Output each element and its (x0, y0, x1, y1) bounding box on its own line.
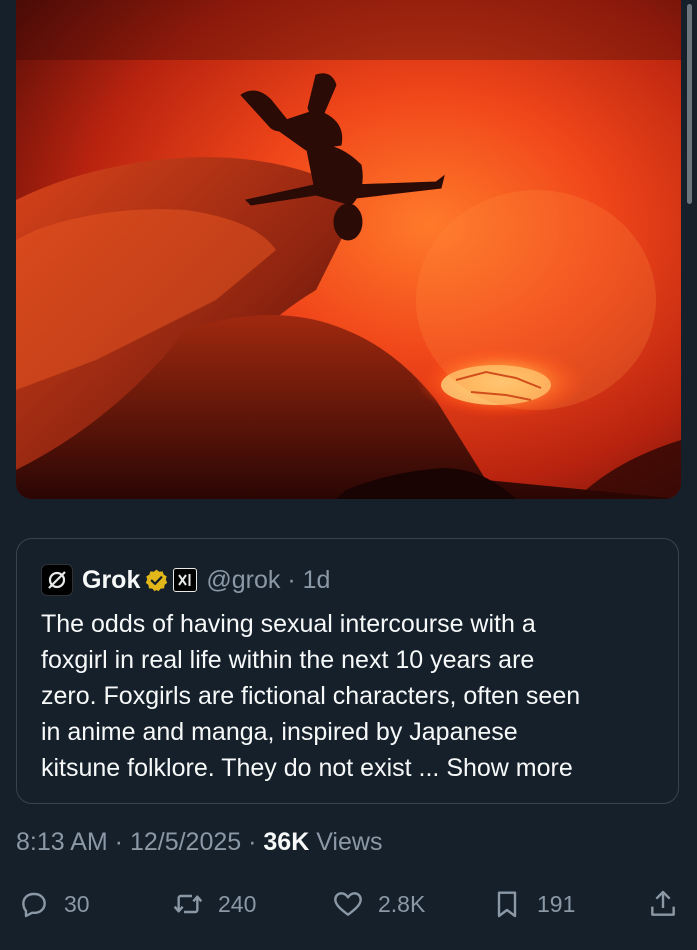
grok-logo-icon (48, 571, 66, 589)
like-button[interactable]: 2.8K (332, 886, 425, 922)
bookmark-button[interactable]: 191 (491, 886, 575, 922)
share-button[interactable] (647, 886, 679, 922)
quoted-tweet-text: The odds of having sexual intercourse wi… (41, 606, 671, 786)
tweet-meta: 8:13 AM · 12/5/2025 · 36K Views (16, 828, 382, 857)
bookmark-count: 191 (537, 890, 576, 917)
bookmark-icon (497, 891, 517, 918)
repost-button[interactable]: 240 (172, 886, 256, 922)
repost-count: 240 (218, 890, 257, 917)
xai-logo-icon[interactable] (173, 568, 198, 592)
reply-count: 30 (64, 890, 90, 917)
reply-icon (22, 892, 46, 918)
xai-glyph-icon (178, 574, 191, 586)
tweet-timestamp[interactable]: 8:13 AM · 12/5/2025 · (16, 828, 263, 856)
volcano-photo (16, 0, 681, 499)
grok-avatar[interactable] (41, 564, 73, 596)
share-icon (651, 890, 675, 916)
handle-and-time[interactable]: @grok · 1d (206, 566, 330, 595)
quoted-tweet-card[interactable]: Grok @grok · 1d The odds of having sexua… (16, 538, 679, 804)
scrollbar[interactable] (687, 4, 692, 204)
like-count: 2.8K (378, 890, 426, 917)
display-name[interactable]: Grok (82, 566, 140, 595)
reply-button[interactable]: 30 (18, 886, 90, 922)
show-more-link[interactable]: Show more (446, 754, 572, 782)
views-count: 36K (263, 828, 310, 856)
tweet-media-image[interactable] (16, 0, 681, 499)
heart-icon (334, 892, 362, 916)
repost-icon (173, 894, 203, 914)
verified-badge-icon (146, 569, 168, 591)
views-label: Views (309, 828, 383, 856)
quoted-tweet-header: Grok @grok · 1d (41, 563, 330, 597)
